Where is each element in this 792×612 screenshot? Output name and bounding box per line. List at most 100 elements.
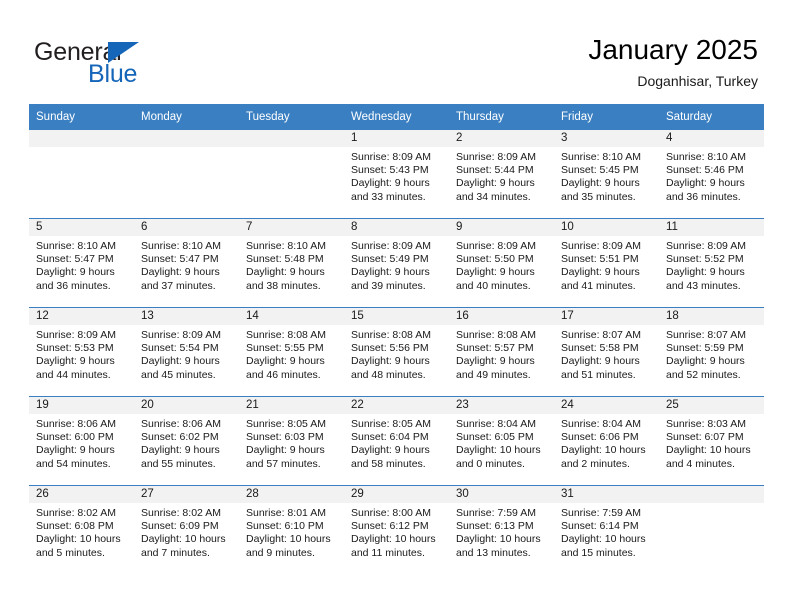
sunrise-text: Sunrise: 8:04 AM xyxy=(456,418,536,430)
weekday-header-friday: Friday xyxy=(554,104,659,130)
day-number: 14 xyxy=(239,308,344,325)
sunrise-text: Sunrise: 8:09 AM xyxy=(351,240,431,252)
day-number xyxy=(239,130,344,147)
calendar-day-cell[interactable]: 26 Sunrise: 8:02 AM Sunset: 6:08 PM Dayligh… xyxy=(29,485,134,574)
calendar-day-cell[interactable]: 6 Sunrise: 8:10 AM Sunset: 5:47 PM Daylight… xyxy=(134,218,239,308)
weekday-header-row: Sunday Monday Tuesday Wednesday Thursday… xyxy=(29,104,764,130)
sunrise-text: Sunrise: 8:09 AM xyxy=(666,240,746,252)
sunset-text: Sunset: 5:51 PM xyxy=(561,253,639,266)
day-details: Sunrise: 8:10 AM Sunset: 5:45 PM Daylight:… xyxy=(554,147,659,204)
weekday-header-saturday: Saturday xyxy=(659,104,764,130)
day-number xyxy=(134,130,239,147)
calendar-day-cell[interactable]: 23 Sunrise: 8:04 AM Sunset: 6:05 PM Dayligh… xyxy=(449,396,554,486)
day-details: Sunrise: 8:10 AM Sunset: 5:47 PM Daylight:… xyxy=(29,236,134,293)
day-number: 7 xyxy=(239,219,344,236)
day-details: Sunrise: 8:06 AM Sunset: 6:00 PM Daylight:… xyxy=(29,414,134,471)
daylight-text: Daylight: 9 hours and 38 minutes. xyxy=(246,266,325,292)
daylight-text: Daylight: 10 hours and 2 minutes. xyxy=(561,444,646,470)
sunrise-text: Sunrise: 8:09 AM xyxy=(456,240,536,252)
sunrise-text: Sunrise: 8:08 AM xyxy=(351,329,431,341)
day-number xyxy=(659,486,764,503)
calendar-day-cell[interactable]: 14 Sunrise: 8:08 AM Sunset: 5:55 PM Dayligh… xyxy=(239,307,344,397)
sunset-text: Sunset: 6:09 PM xyxy=(141,520,219,533)
day-details: Sunrise: 8:08 AM Sunset: 5:57 PM Daylight:… xyxy=(449,325,554,382)
daylight-text: Daylight: 9 hours and 58 minutes. xyxy=(351,444,430,470)
general-blue-logo: General Blue xyxy=(34,38,254,88)
sunrise-text: Sunrise: 8:05 AM xyxy=(351,418,431,430)
page-subtitle-location: Doganhisar, Turkey xyxy=(637,73,758,89)
calendar-day-cell[interactable]: 21 Sunrise: 8:05 AM Sunset: 6:03 PM Dayligh… xyxy=(239,396,344,486)
calendar-day-cell[interactable]: 28 Sunrise: 8:01 AM Sunset: 6:10 PM Dayligh… xyxy=(239,485,344,574)
calendar-day-cell[interactable]: 18 Sunrise: 8:07 AM Sunset: 5:59 PM Dayligh… xyxy=(659,307,764,397)
sunrise-text: Sunrise: 8:05 AM xyxy=(246,418,326,430)
day-number: 29 xyxy=(344,486,449,503)
calendar-day-cell[interactable]: 31 Sunrise: 7:59 AM Sunset: 6:14 PM Dayligh… xyxy=(554,485,659,574)
sunset-text: Sunset: 6:06 PM xyxy=(561,431,639,444)
calendar-day-cell[interactable]: 25 Sunrise: 8:03 AM Sunset: 6:07 PM Dayligh… xyxy=(659,396,764,486)
calendar-day-cell[interactable]: 5 Sunrise: 8:10 AM Sunset: 5:47 PM Daylight… xyxy=(29,218,134,308)
calendar-day-cell[interactable]: 27 Sunrise: 8:02 AM Sunset: 6:09 PM Dayligh… xyxy=(134,485,239,574)
sunset-text: Sunset: 5:44 PM xyxy=(456,164,534,177)
day-details: Sunrise: 8:04 AM Sunset: 6:06 PM Daylight:… xyxy=(554,414,659,471)
calendar-day-cell[interactable]: 13 Sunrise: 8:09 AM Sunset: 5:54 PM Dayligh… xyxy=(134,307,239,397)
calendar-day-cell[interactable]: 10 Sunrise: 8:09 AM Sunset: 5:51 PM Dayligh… xyxy=(554,218,659,308)
day-details: Sunrise: 8:03 AM Sunset: 6:07 PM Daylight:… xyxy=(659,414,764,471)
day-details: Sunrise: 8:07 AM Sunset: 5:58 PM Daylight:… xyxy=(554,325,659,382)
sunrise-text: Sunrise: 8:10 AM xyxy=(246,240,326,252)
calendar-day-cell[interactable]: 16 Sunrise: 8:08 AM Sunset: 5:57 PM Dayligh… xyxy=(449,307,554,397)
calendar-day-cell[interactable]: 17 Sunrise: 8:07 AM Sunset: 5:58 PM Dayligh… xyxy=(554,307,659,397)
daylight-text: Daylight: 10 hours and 13 minutes. xyxy=(456,533,541,559)
calendar-day-cell[interactable]: 8 Sunrise: 8:09 AM Sunset: 5:49 PM Daylight… xyxy=(344,218,449,308)
daylight-text: Daylight: 9 hours and 51 minutes. xyxy=(561,355,640,381)
calendar-page: General Blue January 2025 Doganhisar, Tu… xyxy=(0,0,792,612)
calendar-day-cell[interactable]: 15 Sunrise: 8:08 AM Sunset: 5:56 PM Dayligh… xyxy=(344,307,449,397)
day-number: 20 xyxy=(134,397,239,414)
title-block: January 2025 Doganhisar, Turkey xyxy=(588,33,758,91)
calendar-day-cell[interactable]: 20 Sunrise: 8:06 AM Sunset: 6:02 PM Dayligh… xyxy=(134,396,239,486)
day-details: Sunrise: 8:01 AM Sunset: 6:10 PM Daylight:… xyxy=(239,503,344,560)
calendar-day-cell[interactable]: 4 Sunrise: 8:10 AM Sunset: 5:46 PM Daylight… xyxy=(659,130,764,219)
weekday-header-thursday: Thursday xyxy=(449,104,554,130)
sunset-text: Sunset: 5:45 PM xyxy=(561,164,639,177)
daylight-text: Daylight: 9 hours and 35 minutes. xyxy=(561,177,640,203)
day-details: Sunrise: 7:59 AM Sunset: 6:14 PM Daylight:… xyxy=(554,503,659,560)
day-number: 25 xyxy=(659,397,764,414)
calendar-day-cell[interactable]: 24 Sunrise: 8:04 AM Sunset: 6:06 PM Dayligh… xyxy=(554,396,659,486)
calendar-day-cell[interactable]: 7 Sunrise: 8:10 AM Sunset: 5:48 PM Daylight… xyxy=(239,218,344,308)
daylight-text: Daylight: 10 hours and 15 minutes. xyxy=(561,533,646,559)
calendar-day-cell[interactable]: 12 Sunrise: 8:09 AM Sunset: 5:53 PM Dayligh… xyxy=(29,307,134,397)
sunset-text: Sunset: 6:04 PM xyxy=(351,431,429,444)
calendar-day-cell[interactable]: 9 Sunrise: 8:09 AM Sunset: 5:50 PM Daylight… xyxy=(449,218,554,308)
day-number: 27 xyxy=(134,486,239,503)
daylight-text: Daylight: 10 hours and 7 minutes. xyxy=(141,533,226,559)
calendar-week-row: 5 Sunrise: 8:10 AM Sunset: 5:47 PM Daylight… xyxy=(29,218,764,308)
day-number: 18 xyxy=(659,308,764,325)
calendar-day-cell[interactable]: 11 Sunrise: 8:09 AM Sunset: 5:52 PM Dayligh… xyxy=(659,218,764,308)
day-details: Sunrise: 8:09 AM Sunset: 5:51 PM Daylight:… xyxy=(554,236,659,293)
day-number: 16 xyxy=(449,308,554,325)
day-number: 10 xyxy=(554,219,659,236)
calendar-day-cell[interactable]: 3 Sunrise: 8:10 AM Sunset: 5:45 PM Daylight… xyxy=(554,130,659,219)
calendar-day-cell[interactable]: 19 Sunrise: 8:06 AM Sunset: 6:00 PM Dayligh… xyxy=(29,396,134,486)
daylight-text: Daylight: 10 hours and 11 minutes. xyxy=(351,533,436,559)
sunrise-text: Sunrise: 8:07 AM xyxy=(561,329,641,341)
daylight-text: Daylight: 9 hours and 45 minutes. xyxy=(141,355,220,381)
sunset-text: Sunset: 5:55 PM xyxy=(246,342,324,355)
sunset-text: Sunset: 5:47 PM xyxy=(141,253,219,266)
sunset-text: Sunset: 5:56 PM xyxy=(351,342,429,355)
daylight-text: Daylight: 10 hours and 9 minutes. xyxy=(246,533,331,559)
sunrise-text: Sunrise: 8:01 AM xyxy=(246,507,326,519)
calendar-day-cell[interactable]: 22 Sunrise: 8:05 AM Sunset: 6:04 PM Dayligh… xyxy=(344,396,449,486)
calendar-day-cell[interactable]: 2 Sunrise: 8:09 AM Sunset: 5:44 PM Daylight… xyxy=(449,130,554,219)
calendar-day-cell[interactable]: 1 Sunrise: 8:09 AM Sunset: 5:43 PM Daylight… xyxy=(344,130,449,219)
sunrise-text: Sunrise: 8:10 AM xyxy=(141,240,221,252)
day-number: 21 xyxy=(239,397,344,414)
day-number: 9 xyxy=(449,219,554,236)
sunrise-text: Sunrise: 8:09 AM xyxy=(351,151,431,163)
logo-text-blue: Blue xyxy=(88,60,138,88)
weekday-header-monday: Monday xyxy=(134,104,239,130)
calendar-day-cell[interactable]: 29 Sunrise: 8:00 AM Sunset: 6:12 PM Dayligh… xyxy=(344,485,449,574)
sunrise-text: Sunrise: 8:00 AM xyxy=(351,507,431,519)
daylight-text: Daylight: 9 hours and 44 minutes. xyxy=(36,355,115,381)
calendar-day-cell[interactable]: 30 Sunrise: 7:59 AM Sunset: 6:13 PM Dayligh… xyxy=(449,485,554,574)
